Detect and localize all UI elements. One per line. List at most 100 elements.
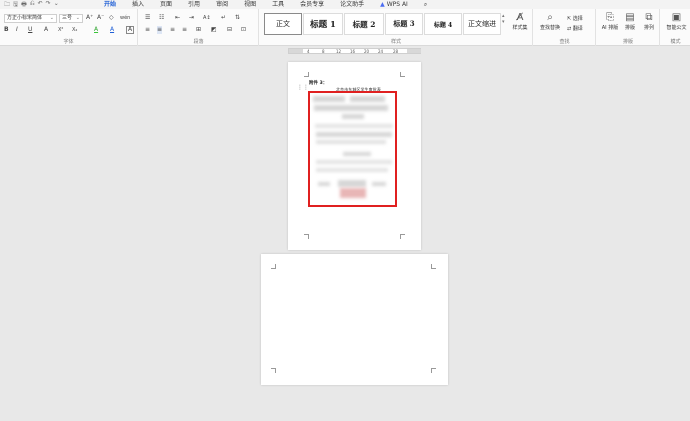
numbering-icon[interactable]: ☷ [159,14,164,22]
style-heading-1[interactable]: 标题 1 [303,13,343,35]
translate-button[interactable]: ⇄ 翻译 [567,25,583,32]
font-group: 方正小标宋简体 ⌄ 三号 ⌄ A⁺ A⁻ ◇ wén B I U A X² X₂ A… [0,9,138,46]
styles-set-button[interactable]: A̸ 样式集 [508,12,532,31]
page-corner-mark [400,234,405,239]
align-right-icon[interactable]: ≡ [170,26,175,34]
ruler-tick: 28 [393,49,399,54]
sort-icon[interactable]: ⇅ [235,14,240,22]
layout-label: 排版 [624,25,635,31]
font-group-label: 字体 [63,39,74,45]
clear-format-icon[interactable]: ◇ [109,14,114,22]
shading-icon[interactable]: ⊟ [227,26,232,34]
grow-font-icon[interactable]: A⁺ [86,14,93,22]
italic-icon[interactable]: I [16,26,18,34]
strikethrough-icon[interactable]: A [44,26,48,34]
format-group-label: 模式 [670,39,681,45]
smart-doc-label: 智能公文 [666,25,687,31]
char-border-icon[interactable]: A [126,26,135,34]
justify-icon[interactable]: ≡ [182,26,187,34]
phonetic-icon[interactable]: wén [120,14,130,22]
font-size-select[interactable]: 三号 ⌄ [59,14,83,23]
arrange-label: 排列 [643,25,654,31]
page-corner-mark [431,264,436,269]
borders-icon[interactable]: ⊡ [241,26,246,34]
underline-icon[interactable]: U [28,26,32,34]
layout-button[interactable]: ▤ 排版 [621,12,639,31]
layout-group: ⎘ AI 排版 ▤ 排版 ⧉ 排列 排版 [597,9,660,46]
font-name-value: 方正小标宋简体 [7,15,43,21]
style-heading-4[interactable]: 标题 4 [424,13,462,35]
style-normal[interactable]: 正文 [264,13,302,35]
paragraph-group-label: 段落 [193,39,204,45]
ruler-margin-right [407,49,421,53]
tab-page[interactable]: 页面 [152,0,180,9]
styles-scroll-icon[interactable]: ▴ ▾ [502,13,505,25]
page-corner-mark [304,72,309,77]
ruler-margin-left [289,49,303,53]
font-color-icon[interactable]: A [110,26,114,34]
style-heading-2[interactable]: 标题 2 [344,13,384,35]
align-left-icon[interactable]: ≡ [145,26,150,34]
find-group-label: 查找 [559,39,570,45]
superscript-icon[interactable]: X² [58,26,63,34]
translate-label: 翻译 [572,26,583,32]
distribute-icon[interactable]: ⊞ [196,26,201,34]
styles-group: 正文 标题 1 标题 2 标题 3 标题 4 正文缩进 ▴ ▾ A̸ 样式集 样式 [260,9,533,46]
decrease-indent-icon[interactable]: ⇤ [175,14,180,22]
tab-member[interactable]: 会员专享 [292,0,332,9]
tab-references[interactable]: 引用 [180,0,208,9]
subscript-icon[interactable]: X₂ [72,26,77,34]
page-corner-mark [431,368,436,373]
horizontal-ruler[interactable]: 4 8 12 16 20 24 28 [288,48,421,54]
arrange-icon: ⧉ [645,12,653,23]
highlight-box [308,91,397,207]
line-spacing-icon[interactable]: ◩ [211,26,217,34]
bullets-icon[interactable]: ☰ [145,14,150,22]
shrink-font-icon[interactable]: A⁻ [97,14,104,22]
find-group: ⌕ 查找替换 ⇱ 选择 ⇄ 翻译 查找 [534,9,596,46]
search-icon: ⌕ [547,12,553,23]
tab-tools[interactable]: 工具 [264,0,292,9]
tab-view[interactable]: 视图 [236,0,264,9]
page-corner-mark [304,234,309,239]
font-size-value: 三号 [62,15,73,21]
ai-layout-button[interactable]: ⎘ AI 排版 [599,12,621,31]
tab-thesis-assistant[interactable]: 论文助手 [332,0,372,9]
style-body-indent[interactable]: 正文缩进 [463,13,501,35]
tab-insert[interactable]: 插入 [124,0,152,9]
ai-layout-label: AI 排版 [601,25,619,31]
page-corner-mark [271,368,276,373]
format-group: ▣ 智能公文 模式 [661,9,690,46]
tab-home[interactable]: 开始 [96,0,124,10]
arrange-button[interactable]: ⧉ 排列 [640,12,658,31]
tab-wps-ai[interactable]: ▲ WPS AI [372,0,416,9]
tab-review[interactable]: 审阅 [208,0,236,9]
styles-set-icon: A̸ [516,12,524,23]
ruler-tick: 16 [350,49,356,54]
ribbon: 方正小标宋简体 ⌄ 三号 ⌄ A⁺ A⁻ ◇ wén B I U A X² X₂ A… [0,9,690,46]
tab-strip: 🗀 🖫 🖶 ⎌ ↶ ↷ ⌄ 开始 插入 页面 引用 审阅 视图 工具 会员专享 … [0,0,690,10]
layout-group-label: 排版 [622,39,633,45]
find-replace-button[interactable]: ⌕ 查找替换 [536,12,564,31]
drag-handle-icon[interactable]: ⋮⋮ [297,85,309,91]
ruler-tick: 12 [336,49,342,54]
chevron-down-icon: ⌄ [75,15,80,21]
show-marks-icon[interactable]: ↵ [221,14,226,22]
ruler-tick: 24 [378,49,384,54]
font-name-select[interactable]: 方正小标宋简体 ⌄ [4,14,57,23]
highlight-icon[interactable]: A [94,26,98,34]
style-heading-3[interactable]: 标题 3 [385,13,423,35]
layout-icon: ▤ [625,12,635,23]
bold-icon[interactable]: B [4,26,9,34]
align-center-icon[interactable]: ≡ [157,26,163,34]
find-replace-label: 查找替换 [539,25,560,31]
search-icon[interactable]: ⌕ [416,0,435,9]
page-corner-mark [271,264,276,269]
smart-doc-button[interactable]: ▣ 智能公文 [663,12,690,31]
select-button[interactable]: ⇱ 选择 [567,15,583,22]
document-page-2[interactable] [261,254,448,385]
styles-group-label: 样式 [390,39,401,45]
increase-indent-icon[interactable]: ⇥ [189,14,194,22]
select-label: 选择 [572,16,583,22]
chinese-layout-icon[interactable]: A↕ [203,14,211,22]
